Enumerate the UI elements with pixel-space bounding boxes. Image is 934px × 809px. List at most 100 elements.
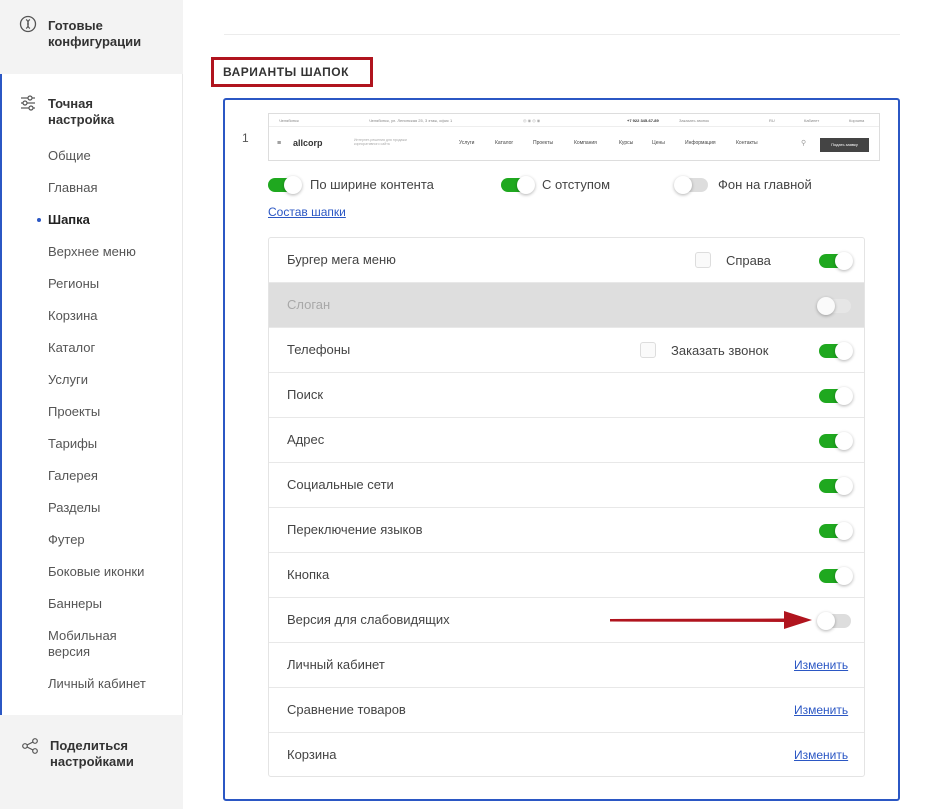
preview-social-icons: ◎ ◉ ◎ ◉ <box>523 118 541 123</box>
preview-address: Челябинск, ул. Ленинская 25, 3 этаж, офи… <box>369 118 453 123</box>
composition-link[interactable]: Состав шапки <box>268 205 346 219</box>
row-label: Телефоны <box>287 342 351 357</box>
table-row: Сравнение товаров Изменить <box>269 688 864 733</box>
preview-cabinet: Кабинет <box>804 118 820 123</box>
row-toggle[interactable] <box>819 567 853 585</box>
table-row: Переключение языков <box>269 508 864 553</box>
preview-nav-item: Цены <box>652 140 665 146</box>
sliders-icon <box>21 95 35 111</box>
red-arrow-annotation <box>610 611 812 629</box>
table-row: Корзина Изменить <box>269 733 864 776</box>
preview-nav-item: Контакты <box>736 140 758 146</box>
configs-icon <box>19 15 37 33</box>
sidebar-ready-configs[interactable]: Готовые конфигурации <box>0 0 183 74</box>
sidebar-item[interactable]: Проекты <box>48 404 100 420</box>
preview-nav-item: Услуги <box>459 140 475 146</box>
row-label: Версия для слабовидящих <box>287 612 450 627</box>
row-label: Корзина <box>287 747 337 762</box>
table-row: Поиск <box>269 373 864 418</box>
sidebar-item[interactable]: Футер <box>48 532 85 548</box>
row-label: Кнопка <box>287 567 330 582</box>
preview-tagline: Интернет-решения для продажи корпоративн… <box>354 138 407 146</box>
sidebar-ready-configs-label: Готовые конфигурации <box>48 18 142 49</box>
sidebar-item[interactable]: Боковые иконки <box>48 564 144 580</box>
sidebar-item[interactable]: Главная <box>48 180 97 196</box>
preview-nav-item: Каталог <box>495 140 514 146</box>
row-label: Личный кабинет <box>287 657 385 672</box>
row-label: Адрес <box>287 432 325 447</box>
sidebar: Готовые конфигурации Точная настройка Об… <box>0 0 183 809</box>
row-label: Переключение языков <box>287 522 423 537</box>
preview-callback: Заказать звонок <box>679 118 709 123</box>
row-checkbox[interactable] <box>640 342 656 358</box>
sidebar-item[interactable]: Шапка <box>48 212 90 228</box>
row-toggle[interactable] <box>819 432 853 450</box>
preview-nav-item: Проекты <box>533 140 554 146</box>
header-preview[interactable]: Челябинск Челябинск, ул. Ленинская 25, 3… <box>268 113 880 161</box>
preview-search-icon: ⚲ <box>801 140 807 147</box>
row-change-link[interactable]: Изменить <box>794 703 848 717</box>
table-row: Личный кабинет Изменить <box>269 643 864 688</box>
row-label: Слоган <box>287 297 331 312</box>
sidebar-item[interactable]: Галерея <box>48 468 98 484</box>
home-bg-toggle[interactable] <box>674 176 708 194</box>
preview-nav-item: Курсы <box>619 140 634 146</box>
section-title: ВАРИАНТЫ ШАПОК <box>211 57 373 87</box>
row-toggle[interactable] <box>819 252 853 270</box>
variant-number: 1 <box>242 131 249 145</box>
preview-logo: allcorp <box>293 138 323 148</box>
content-width-toggle[interactable] <box>268 176 302 194</box>
table-row: Слоган <box>269 283 864 328</box>
with-margin-label: С отступом <box>542 177 611 192</box>
preview-phone: +7 922 345-67-89 <box>627 118 659 123</box>
preview-lang: RU <box>769 118 775 123</box>
preview-mainbar: ≡ allcorp Интернет-решения для продажи к… <box>269 128 879 160</box>
row-change-link[interactable]: Изменить <box>794 748 848 762</box>
share-icon <box>22 738 38 754</box>
sidebar-share-label: Поделиться настройками <box>50 738 134 769</box>
sidebar-item[interactable]: Баннеры <box>48 596 102 612</box>
row-checkbox[interactable] <box>695 252 711 268</box>
row-checkbox-label: Справа <box>726 253 771 268</box>
sidebar-item[interactable]: Мобильная версия <box>48 628 148 660</box>
sidebar-item[interactable]: Каталог <box>48 340 95 356</box>
row-toggle[interactable] <box>819 387 853 405</box>
row-label: Сравнение товаров <box>287 702 406 717</box>
row-label: Бургер мега меню <box>287 252 396 267</box>
sidebar-item[interactable]: Разделы <box>48 500 100 516</box>
row-checkbox-label: Заказать звонок <box>671 343 769 358</box>
sidebar-item[interactable]: Общие <box>48 148 91 164</box>
preview-nav-item: Компания <box>574 140 597 146</box>
sidebar-item[interactable]: Услуги <box>48 372 88 388</box>
divider <box>224 34 900 35</box>
sidebar-item[interactable]: Тарифы <box>48 436 97 452</box>
preview-nav-item: Информация <box>685 140 716 146</box>
header-elements-table: Бургер мега меню Справа Слоган Телефоны Зака… <box>268 237 865 777</box>
sidebar-fine-tuning-label[interactable]: Точная настройка <box>48 96 158 128</box>
with-margin-toggle[interactable] <box>501 176 535 194</box>
sidebar-item[interactable]: Верхнее меню <box>48 244 136 260</box>
row-toggle[interactable] <box>819 342 853 360</box>
sidebar-item[interactable]: Личный кабинет <box>48 676 146 692</box>
sidebar-item[interactable]: Корзина <box>48 308 98 324</box>
row-toggle[interactable] <box>819 522 853 540</box>
preview-burger-icon: ≡ <box>277 140 282 147</box>
row-change-link[interactable]: Изменить <box>794 658 848 672</box>
row-label: Поиск <box>287 387 324 402</box>
preview-cart: Корзина <box>849 118 865 123</box>
table-row: Кнопка <box>269 553 864 598</box>
table-row: Социальные сети <box>269 463 864 508</box>
home-bg-label: Фон на главной <box>718 177 812 192</box>
active-indicator <box>37 218 41 222</box>
table-row: Бургер мега меню Справа <box>269 238 864 283</box>
sidebar-share-settings[interactable]: Поделиться настройками <box>0 715 183 809</box>
row-toggle[interactable] <box>817 612 851 630</box>
sidebar-item[interactable]: Регионы <box>48 276 99 292</box>
preview-topbar: Челябинск Челябинск, ул. Ленинская 25, 3… <box>269 114 879 127</box>
row-toggle[interactable] <box>819 477 853 495</box>
content-width-label: По ширине контента <box>310 177 434 192</box>
table-row: Телефоны Заказать звонок <box>269 328 864 373</box>
preview-region: Челябинск <box>279 118 299 123</box>
sidebar-fine-tuning-section: Точная настройка <box>0 74 183 715</box>
table-row: Адрес <box>269 418 864 463</box>
